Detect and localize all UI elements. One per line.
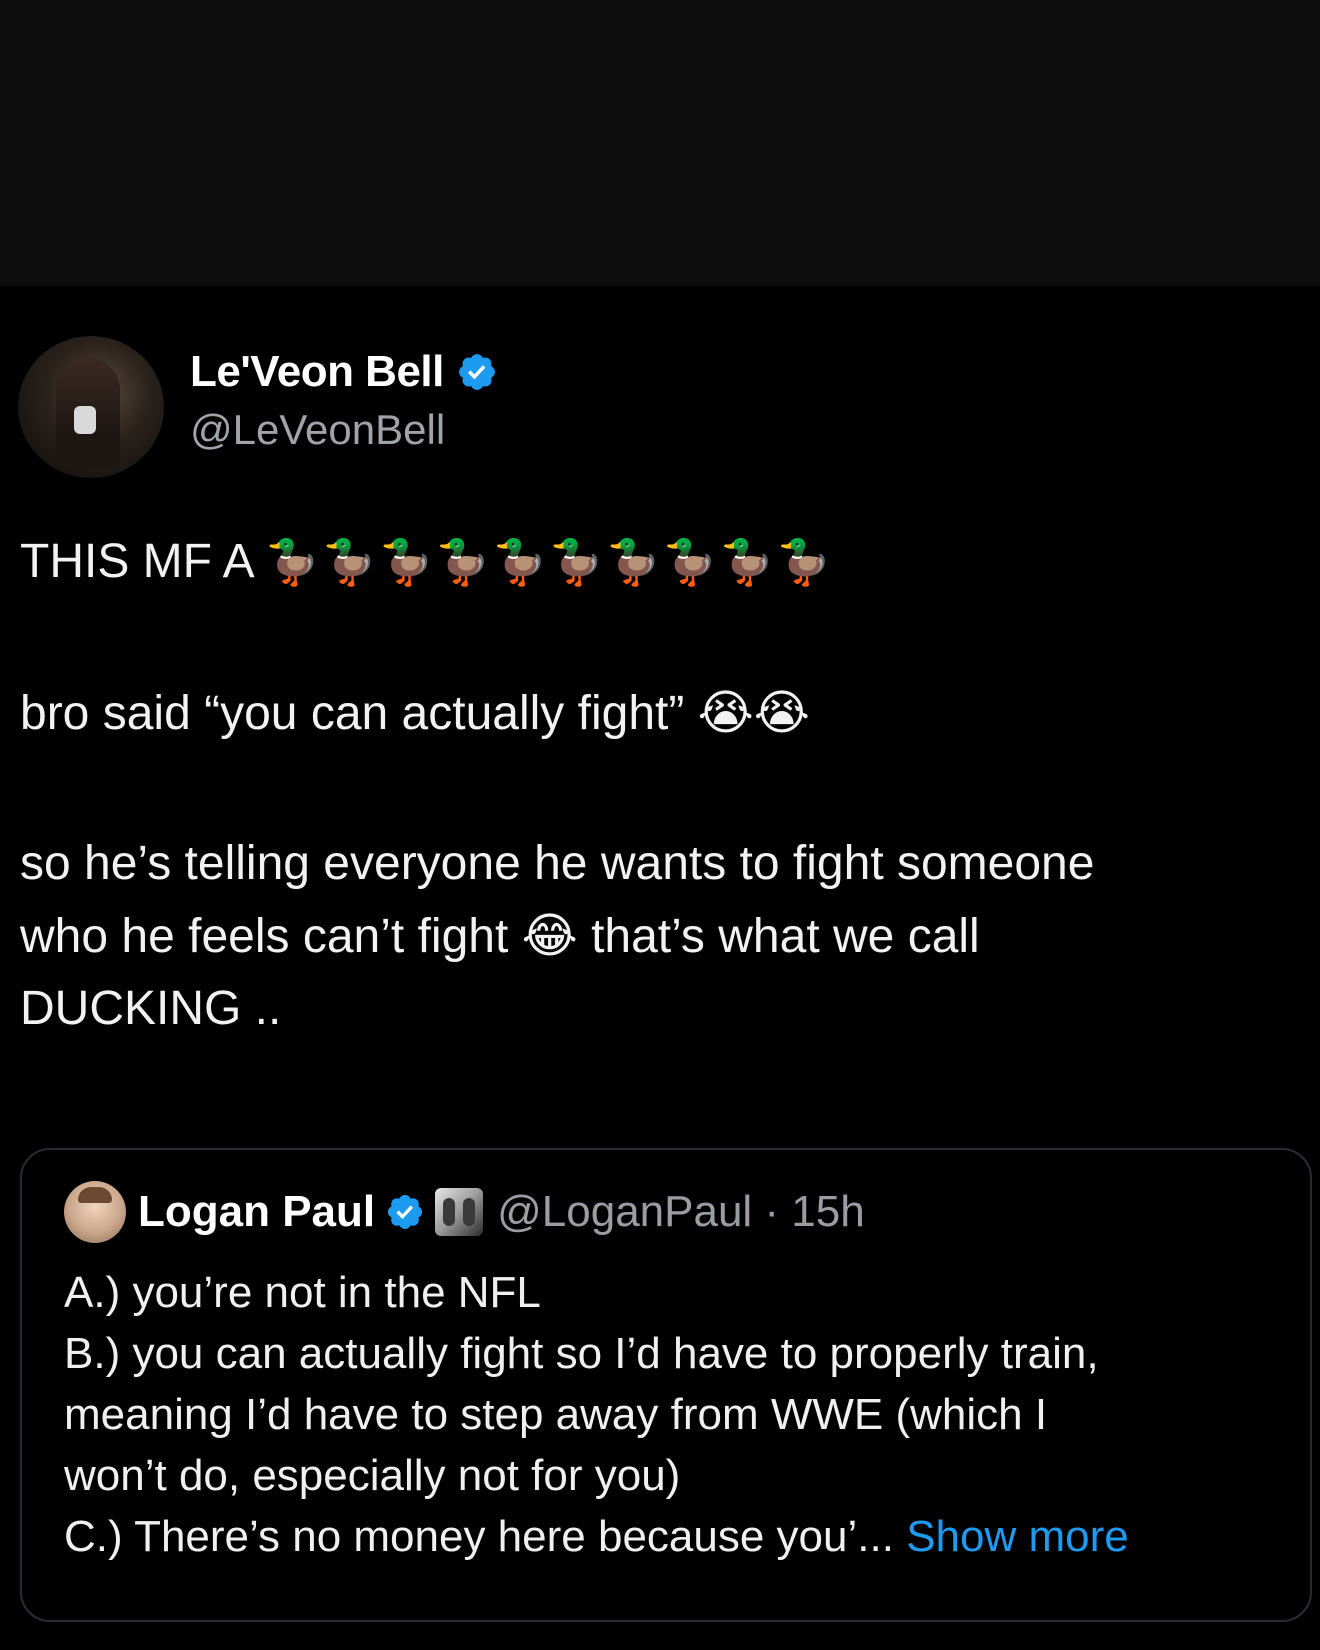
top-blank-area: [0, 0, 1320, 286]
tweet-line-text: THIS MF A: [20, 535, 266, 588]
avatar-chain: [74, 406, 96, 434]
tweet-line-text: who he feels can’t fight: [20, 910, 522, 963]
quoted-line: A.) you’re not in the NFL: [64, 1268, 541, 1317]
quoted-line: meaning I’d have to step away from WWE (…: [64, 1390, 1048, 1439]
tweet-line-3: so he’s telling everyone he wants to fig…: [20, 828, 1300, 900]
author-handle[interactable]: @LeVeonBell: [190, 406, 498, 454]
tweet-line-5: DUCKING ..: [20, 973, 1300, 1045]
tweet-line-text: DUCKING ..: [20, 982, 282, 1035]
tweet-author: Le'Veon Bell @LeVeonBell: [18, 336, 498, 478]
quoted-line-last: C.) There’s no money here because you’..…: [64, 1506, 1284, 1567]
avatar[interactable]: [18, 336, 164, 478]
author-display-name[interactable]: Le'Veon Bell: [190, 347, 444, 397]
tweet-line-4: who he feels can’t fight 😂 that’s what w…: [20, 900, 1300, 973]
tweet-line-2: bro said “you can actually fight” 😭😭: [20, 677, 1300, 750]
verified-badge-icon: [388, 1194, 423, 1230]
show-more-link[interactable]: Show more: [906, 1512, 1129, 1561]
affiliate-badge-icon[interactable]: [435, 1188, 484, 1236]
quoted-avatar[interactable]: [64, 1181, 126, 1243]
quoted-line-text: C.) There’s no money here because you’..…: [64, 1512, 894, 1561]
tweet[interactable]: Le'Veon Bell @LeVeonBell THIS MF A 🦆🦆🦆🦆🦆…: [0, 286, 1320, 1650]
crying-emoji-icon: 😭😭: [697, 685, 810, 741]
quoted-tweet[interactable]: Logan Paul @LoganPaul · 15h A.) you’re n…: [20, 1148, 1312, 1622]
tweet-line-text-after: that’s what we call: [577, 910, 980, 963]
verified-badge-icon: [458, 354, 495, 390]
quoted-line: B.) you can actually fight so I’d have t…: [64, 1329, 1099, 1378]
laughing-emoji-icon: 😂: [521, 908, 578, 964]
display-name-row: Le'Veon Bell: [190, 346, 498, 398]
author-names: Le'Veon Bell @LeVeonBell: [190, 346, 498, 454]
tweet-line-1: THIS MF A 🦆🦆🦆🦆🦆🦆🦆🦆🦆🦆: [20, 526, 1300, 599]
quoted-tweet-header: Logan Paul @LoganPaul · 15h: [64, 1180, 865, 1244]
tweet-line-text: so he’s telling everyone he wants to fig…: [20, 837, 1095, 890]
quoted-line: won’t do, especially not for you): [64, 1451, 681, 1500]
duck-emoji-icon: 🦆🦆🦆🦆🦆🦆🦆🦆🦆🦆: [265, 537, 834, 588]
tweet-text: THIS MF A 🦆🦆🦆🦆🦆🦆🦆🦆🦆🦆 bro said “you can a…: [20, 526, 1300, 1045]
quoted-handle-time[interactable]: @LoganPaul · 15h: [497, 1187, 865, 1237]
tweet-line-text: bro said “you can actually fight”: [20, 687, 698, 740]
quoted-display-name[interactable]: Logan Paul: [138, 1187, 375, 1237]
quoted-tweet-body: A.) you’re not in the NFL B.) you can ac…: [64, 1262, 1284, 1567]
